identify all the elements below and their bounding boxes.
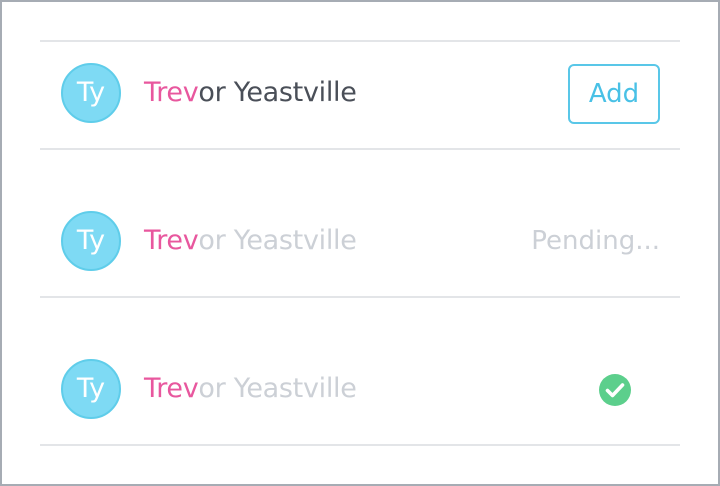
divider [40,148,680,150]
divider [40,296,680,298]
name-rest: or Yeastville [198,77,357,108]
contact-name: Trevor Yeastville [144,372,357,406]
name-rest: or Yeastville [198,225,357,256]
name-match-highlight: Trev [144,77,199,108]
check-circle-icon [599,374,631,406]
divider [40,444,680,446]
list-item: Ty Trevor Yeastville [40,338,680,484]
list-item: Ty Trevor Yeastville Add [40,42,680,188]
add-button[interactable]: Add [568,64,660,124]
name-match-highlight: Trev [144,373,199,404]
pending-status: Pending... [531,226,660,256]
contact-list-panel: Ty Trevor Yeastville Add Ty Trevor Yeast… [0,0,720,486]
name-match-highlight: Trev [144,225,199,256]
avatar: Ty [61,211,121,271]
contact-name: Trevor Yeastville [144,224,357,258]
contact-name: Trevor Yeastville [144,76,357,110]
list-item: Ty Trevor Yeastville Pending... [40,190,680,336]
avatar: Ty [61,359,121,419]
name-rest: or Yeastville [198,373,357,404]
avatar: Ty [61,63,121,123]
